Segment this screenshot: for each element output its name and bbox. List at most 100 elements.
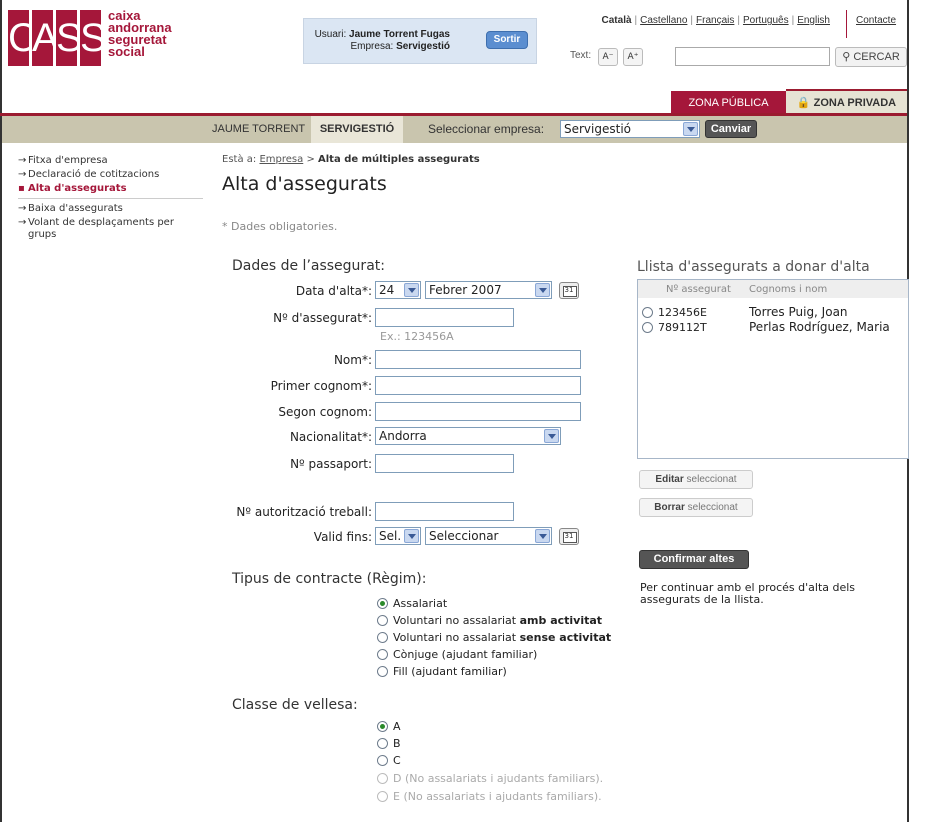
- valid-month-value: Seleccionar: [429, 529, 499, 543]
- calendar-day-number: 31: [564, 532, 574, 540]
- sidebar-item-registration[interactable]: ▪ Alta d'assegurats: [18, 183, 203, 195]
- confirm-registrations-button[interactable]: Confirmar altes: [639, 550, 749, 569]
- radio-label-emphasis: amb activitat: [519, 614, 603, 627]
- text-smaller-button[interactable]: A⁻: [598, 48, 618, 66]
- user-label: Usuari:: [314, 29, 347, 40]
- name-input[interactable]: [375, 350, 581, 369]
- sidebar-item-contributions[interactable]: → Declaració de cotitzacions: [18, 169, 203, 181]
- contract-type-title: Tipus de contracte (Règim):: [232, 571, 427, 587]
- company-line: Empresa: Servigestió: [351, 41, 451, 52]
- list-item-radio[interactable]: 789112T: [642, 321, 707, 335]
- logout-button[interactable]: Sortir: [486, 31, 528, 49]
- lang-castellano[interactable]: Castellano: [640, 15, 687, 26]
- search-button[interactable]: ⚲ CERCAR: [835, 47, 907, 67]
- work-permit-input[interactable]: [375, 502, 514, 521]
- page-title: Alta d'assegurats: [222, 173, 387, 195]
- delete-label-bold: Borrar: [654, 502, 685, 513]
- breadcrumb-parent[interactable]: Empresa: [259, 154, 303, 165]
- radio-contract-child[interactable]: Fill (ajudant familiar): [377, 665, 507, 679]
- text-larger-button[interactable]: A⁺: [623, 48, 643, 66]
- cass-logo[interactable]: C A S S caixa andorrana seguretat social: [8, 9, 178, 70]
- zone-public-tab[interactable]: ZONA PÚBLICA: [671, 91, 786, 115]
- radio-class-a[interactable]: A: [377, 720, 401, 734]
- radio-contract-spouse[interactable]: Cònjuge (ajudant familiar): [377, 648, 537, 662]
- language-menu: Català | Castellano | Français | Português | Eng…: [534, 15, 830, 26]
- radio-class-b[interactable]: B: [377, 737, 401, 751]
- passport-input[interactable]: [375, 454, 514, 473]
- radio-label-emphasis: sense activitat: [519, 631, 612, 644]
- user-info-box: Usuari: Jaume Torrent Fugas Empresa: Ser…: [303, 18, 537, 64]
- insured-list[interactable]: Nº assegurat Cognoms i nom 123456E Torre…: [637, 279, 909, 459]
- chevron-down-icon: [535, 283, 550, 297]
- list-item[interactable]: 789112T Perlas Rodríguez, Maria: [642, 320, 890, 335]
- lang-separator: |: [634, 15, 638, 26]
- radio-label: Assalariat: [393, 597, 448, 610]
- sidebar-item-deregistration[interactable]: → Baixa d'assegurats: [18, 203, 203, 215]
- subnav-user[interactable]: JAUME TORRENT: [212, 116, 313, 143]
- arrow-right-icon: →: [18, 169, 27, 180]
- work-permit-label: Nº autorització treball:: [236, 505, 372, 519]
- list-item-name: Perlas Rodríguez, Maria: [749, 320, 890, 334]
- insured-number-label: Nº d'assegurat*:: [273, 311, 372, 325]
- passport-label: Nº passaport:: [290, 457, 372, 471]
- radio-class-c[interactable]: C: [377, 754, 401, 768]
- list-item-number: 789112T: [658, 321, 707, 334]
- radio-circle-checked: [377, 598, 388, 609]
- radio-class-e: E (No assalariats i ajudants familiars).: [377, 790, 602, 804]
- radio-label: C: [393, 754, 401, 767]
- insured-number-input[interactable]: [375, 308, 514, 327]
- nationality-select[interactable]: Andorra: [375, 427, 561, 445]
- sidebar-item-label: Declaració de cotitzacions: [28, 169, 160, 180]
- company-name: Servigestió: [396, 41, 450, 52]
- radio-circle: [377, 632, 388, 643]
- surname2-input[interactable]: [375, 402, 581, 421]
- radio-label: Voluntari no assalariat: [393, 631, 520, 644]
- required-note: * Dades obligatories.: [222, 220, 338, 233]
- delete-label-rest: seleccionat: [684, 502, 738, 513]
- radio-circle: [377, 649, 388, 660]
- bullet-icon: ▪: [18, 183, 25, 194]
- age-class-title: Classe de vellesa:: [232, 697, 358, 713]
- lang-catala[interactable]: Català: [602, 15, 632, 26]
- change-company-button[interactable]: Canviar: [705, 120, 757, 138]
- date-month-value: Febrer 2007: [429, 283, 502, 297]
- calendar-icon[interactable]: 31: [559, 282, 579, 299]
- subnav-company[interactable]: SERVIGESTIÓ: [311, 116, 403, 143]
- chevron-down-icon: [683, 122, 698, 136]
- list-item[interactable]: 123456E Torres Puig, Joan: [642, 305, 848, 320]
- radio-contract-volunteer-inactive[interactable]: Voluntari no assalariat sense activitat: [377, 631, 611, 645]
- radio-circle-checked: [377, 721, 388, 732]
- list-item-radio[interactable]: 123456E: [642, 306, 707, 320]
- sidebar: → Fitxa d'empresa → Declaració de cotitzac…: [18, 155, 203, 243]
- radio-contract-volunteer-active[interactable]: Voluntari no assalariat amb activitat: [377, 614, 602, 628]
- lang-francais[interactable]: Français: [696, 15, 734, 26]
- surname1-input[interactable]: [375, 376, 581, 395]
- breadcrumb: Està a: Empresa > Alta de múltiples asse…: [222, 154, 480, 165]
- date-month-select[interactable]: Febrer 2007: [425, 281, 552, 299]
- zone-private-tab[interactable]: 🔒 ZONA PRIVADA: [786, 89, 907, 116]
- date-day-select[interactable]: 24: [375, 281, 421, 299]
- valid-day-select[interactable]: Sel.: [375, 527, 421, 545]
- edit-selected-button[interactable]: Editar seleccionat: [639, 470, 753, 489]
- select-company-label: Seleccionar empresa:: [428, 122, 545, 136]
- search-input[interactable]: [675, 47, 830, 66]
- company-select[interactable]: Servigestió: [560, 120, 700, 138]
- confirm-note: Per continuar amb el procés d'alta dels …: [640, 581, 856, 606]
- date-day-value: 24: [379, 283, 395, 297]
- radio-circle-disabled: [377, 773, 388, 784]
- lang-english[interactable]: English: [797, 15, 830, 26]
- calendar-icon[interactable]: 31: [559, 528, 579, 545]
- delete-selected-button[interactable]: Borrar seleccionat: [639, 498, 753, 517]
- contact-link[interactable]: Contacte: [856, 15, 896, 26]
- sidebar-item-company-file[interactable]: → Fitxa d'empresa: [18, 155, 203, 167]
- list-column-number: Nº assegurat: [666, 284, 731, 295]
- chevron-down-icon: [404, 283, 419, 297]
- radio-label: Fill (ajudant familiar): [393, 665, 507, 678]
- radio-contract-employee[interactable]: Assalariat: [377, 597, 447, 611]
- lang-portugues[interactable]: Português: [743, 15, 789, 26]
- insured-data-title: Dades de l’assegurat:: [232, 258, 385, 274]
- sidebar-item-label: Volant de desplaçaments per grups: [28, 217, 174, 240]
- valid-month-select[interactable]: Seleccionar: [425, 527, 552, 545]
- arrow-right-icon: →: [18, 203, 27, 214]
- sidebar-item-travel-voucher[interactable]: → Volant de desplaçaments per grups: [18, 217, 188, 241]
